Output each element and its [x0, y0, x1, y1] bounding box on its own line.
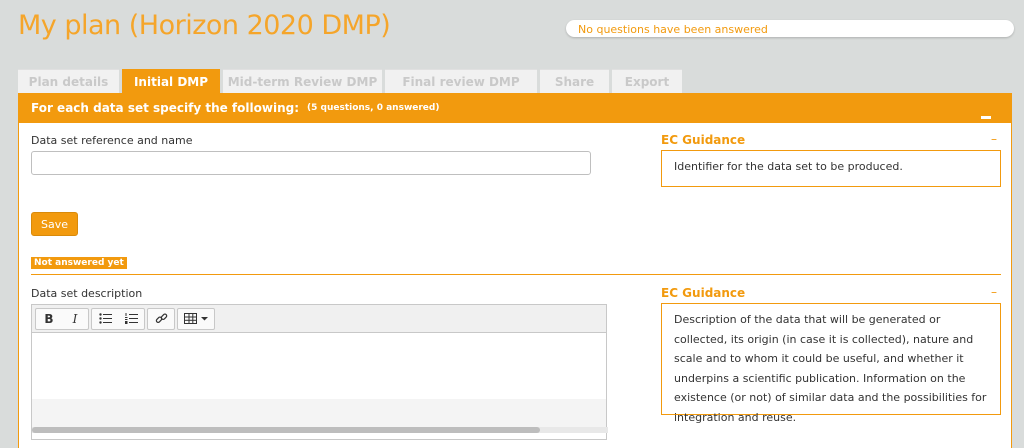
- guidance-title: EC Guidance: [661, 286, 746, 300]
- guidance-text: Identifier for the data set to be produc…: [674, 160, 903, 173]
- section-header[interactable]: For each data set specify the following:…: [19, 93, 1011, 123]
- question-label: Data set reference and name: [31, 134, 193, 147]
- save-button[interactable]: Save: [31, 212, 78, 236]
- tab-initial-dmp[interactable]: Initial DMP: [122, 69, 220, 93]
- link-icon[interactable]: [148, 309, 174, 329]
- progress-indicator: No questions have been answered: [566, 20, 1014, 37]
- guidance-box: Identifier for the data set to be produc…: [661, 150, 1001, 187]
- horizontal-scrollbar[interactable]: [32, 427, 608, 433]
- link-group: [147, 307, 175, 330]
- questions-panel: For each data set specify the following:…: [18, 93, 1012, 448]
- bullet-list-icon[interactable]: [92, 309, 118, 329]
- data-set-name-input[interactable]: [31, 151, 591, 175]
- table-icon[interactable]: [178, 309, 214, 329]
- table-group: [177, 307, 215, 330]
- tab-final-review-dmp[interactable]: Final review DMP: [385, 69, 537, 93]
- caret-down-icon: [201, 317, 208, 321]
- question-label: Data set description: [31, 287, 143, 300]
- section-subtitle: (5 questions, 0 answered): [307, 103, 440, 113]
- tab-plan-details[interactable]: Plan details: [18, 69, 119, 93]
- guidance-box: Description of the data that will be gen…: [661, 303, 1001, 424]
- guidance-title: EC Guidance: [661, 133, 746, 147]
- plan-tabs: Plan details Initial DMP Mid-term Review…: [18, 69, 685, 93]
- page-title: My plan (Horizon 2020 DMP): [18, 10, 391, 41]
- tab-export[interactable]: Export: [612, 69, 682, 93]
- editor-lower-area: [32, 399, 608, 433]
- status-badge: Not answered yet: [31, 257, 127, 269]
- numbered-list-icon[interactable]: [118, 309, 144, 329]
- editor-text-area[interactable]: [32, 333, 606, 399]
- tab-share[interactable]: Share: [540, 69, 609, 93]
- scrollbar-thumb[interactable]: [32, 427, 540, 433]
- collapse-icon[interactable]: [981, 116, 991, 119]
- list-group: [91, 307, 145, 330]
- italic-button[interactable]: I: [62, 309, 88, 329]
- editor-toolbar: B I: [32, 305, 606, 333]
- guidance-collapse-icon[interactable]: –: [991, 286, 997, 298]
- format-group: B I: [35, 307, 89, 330]
- tab-mid-term-review-dmp[interactable]: Mid-term Review DMP: [223, 69, 382, 93]
- question-divider: [31, 274, 1001, 275]
- guidance-collapse-icon[interactable]: –: [991, 133, 997, 145]
- rich-text-editor: B I: [31, 304, 608, 440]
- guidance-text: Description of the data that will be gen…: [674, 313, 987, 424]
- section-title: For each data set specify the following:: [31, 101, 299, 115]
- bold-button[interactable]: B: [36, 309, 62, 329]
